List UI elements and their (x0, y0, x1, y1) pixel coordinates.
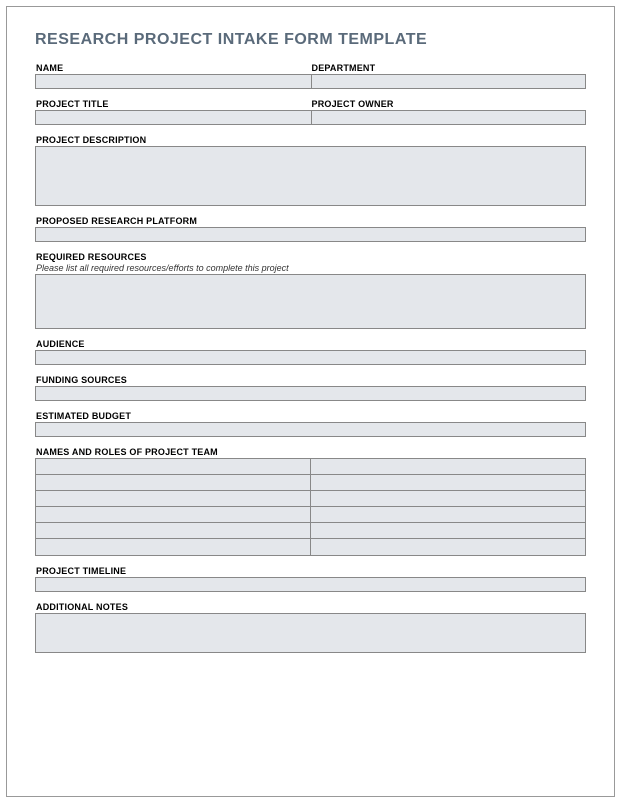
field-funding-sources: FUNDING SOURCES (35, 375, 586, 401)
input-proposed-platform[interactable] (35, 227, 586, 242)
field-audience: AUDIENCE (35, 339, 586, 365)
field-project-title: PROJECT TITLE (35, 99, 311, 125)
field-project-timeline: PROJECT TIMELINE (35, 566, 586, 592)
field-department: DEPARTMENT (311, 63, 587, 89)
input-project-owner[interactable] (311, 110, 587, 125)
label-project-title: PROJECT TITLE (35, 99, 311, 109)
team-role-cell[interactable] (311, 539, 585, 555)
input-audience[interactable] (35, 350, 586, 365)
field-required-resources: REQUIRED RESOURCES Please list all requi… (35, 252, 586, 329)
field-name: NAME (35, 63, 311, 89)
table-row (36, 523, 585, 539)
label-proposed-platform: PROPOSED RESEARCH PLATFORM (35, 216, 586, 226)
label-funding-sources: FUNDING SOURCES (35, 375, 586, 385)
field-estimated-budget: ESTIMATED BUDGET (35, 411, 586, 437)
input-project-timeline[interactable] (35, 577, 586, 592)
form-page: RESEARCH PROJECT INTAKE FORM TEMPLATE NA… (6, 6, 615, 797)
row-title-owner: PROJECT TITLE PROJECT OWNER (35, 99, 586, 125)
table-row (36, 475, 585, 491)
input-department[interactable] (311, 74, 587, 89)
input-project-description[interactable] (35, 146, 586, 206)
team-name-cell[interactable] (36, 523, 311, 539)
label-name: NAME (35, 63, 311, 73)
team-role-cell[interactable] (311, 491, 585, 507)
table-row (36, 539, 585, 555)
input-required-resources[interactable] (35, 274, 586, 329)
table-row (36, 507, 585, 523)
label-department: DEPARTMENT (311, 63, 587, 73)
team-role-cell[interactable] (311, 523, 585, 539)
team-name-cell[interactable] (36, 475, 311, 491)
label-project-owner: PROJECT OWNER (311, 99, 587, 109)
field-additional-notes: ADDITIONAL NOTES (35, 602, 586, 653)
label-project-description: PROJECT DESCRIPTION (35, 135, 586, 145)
team-role-cell[interactable] (311, 475, 585, 491)
team-table (35, 458, 586, 556)
label-estimated-budget: ESTIMATED BUDGET (35, 411, 586, 421)
page-title: RESEARCH PROJECT INTAKE FORM TEMPLATE (35, 31, 586, 49)
team-name-cell[interactable] (36, 507, 311, 523)
field-project-owner: PROJECT OWNER (311, 99, 587, 125)
team-role-cell[interactable] (311, 459, 585, 475)
team-name-cell[interactable] (36, 491, 311, 507)
label-team-roles: NAMES AND ROLES OF PROJECT TEAM (35, 447, 586, 457)
input-additional-notes[interactable] (35, 613, 586, 653)
field-team-roles: NAMES AND ROLES OF PROJECT TEAM (35, 447, 586, 556)
table-row (36, 459, 585, 475)
input-project-title[interactable] (35, 110, 311, 125)
field-project-description: PROJECT DESCRIPTION (35, 135, 586, 206)
team-name-cell[interactable] (36, 539, 311, 555)
label-audience: AUDIENCE (35, 339, 586, 349)
label-additional-notes: ADDITIONAL NOTES (35, 602, 586, 612)
input-name[interactable] (35, 74, 311, 89)
input-funding-sources[interactable] (35, 386, 586, 401)
label-project-timeline: PROJECT TIMELINE (35, 566, 586, 576)
hint-required-resources: Please list all required resources/effor… (35, 263, 586, 273)
label-required-resources: REQUIRED RESOURCES (35, 252, 586, 262)
team-name-cell[interactable] (36, 459, 311, 475)
table-row (36, 491, 585, 507)
input-estimated-budget[interactable] (35, 422, 586, 437)
field-proposed-platform: PROPOSED RESEARCH PLATFORM (35, 216, 586, 242)
team-role-cell[interactable] (311, 507, 585, 523)
row-name-dept: NAME DEPARTMENT (35, 63, 586, 89)
